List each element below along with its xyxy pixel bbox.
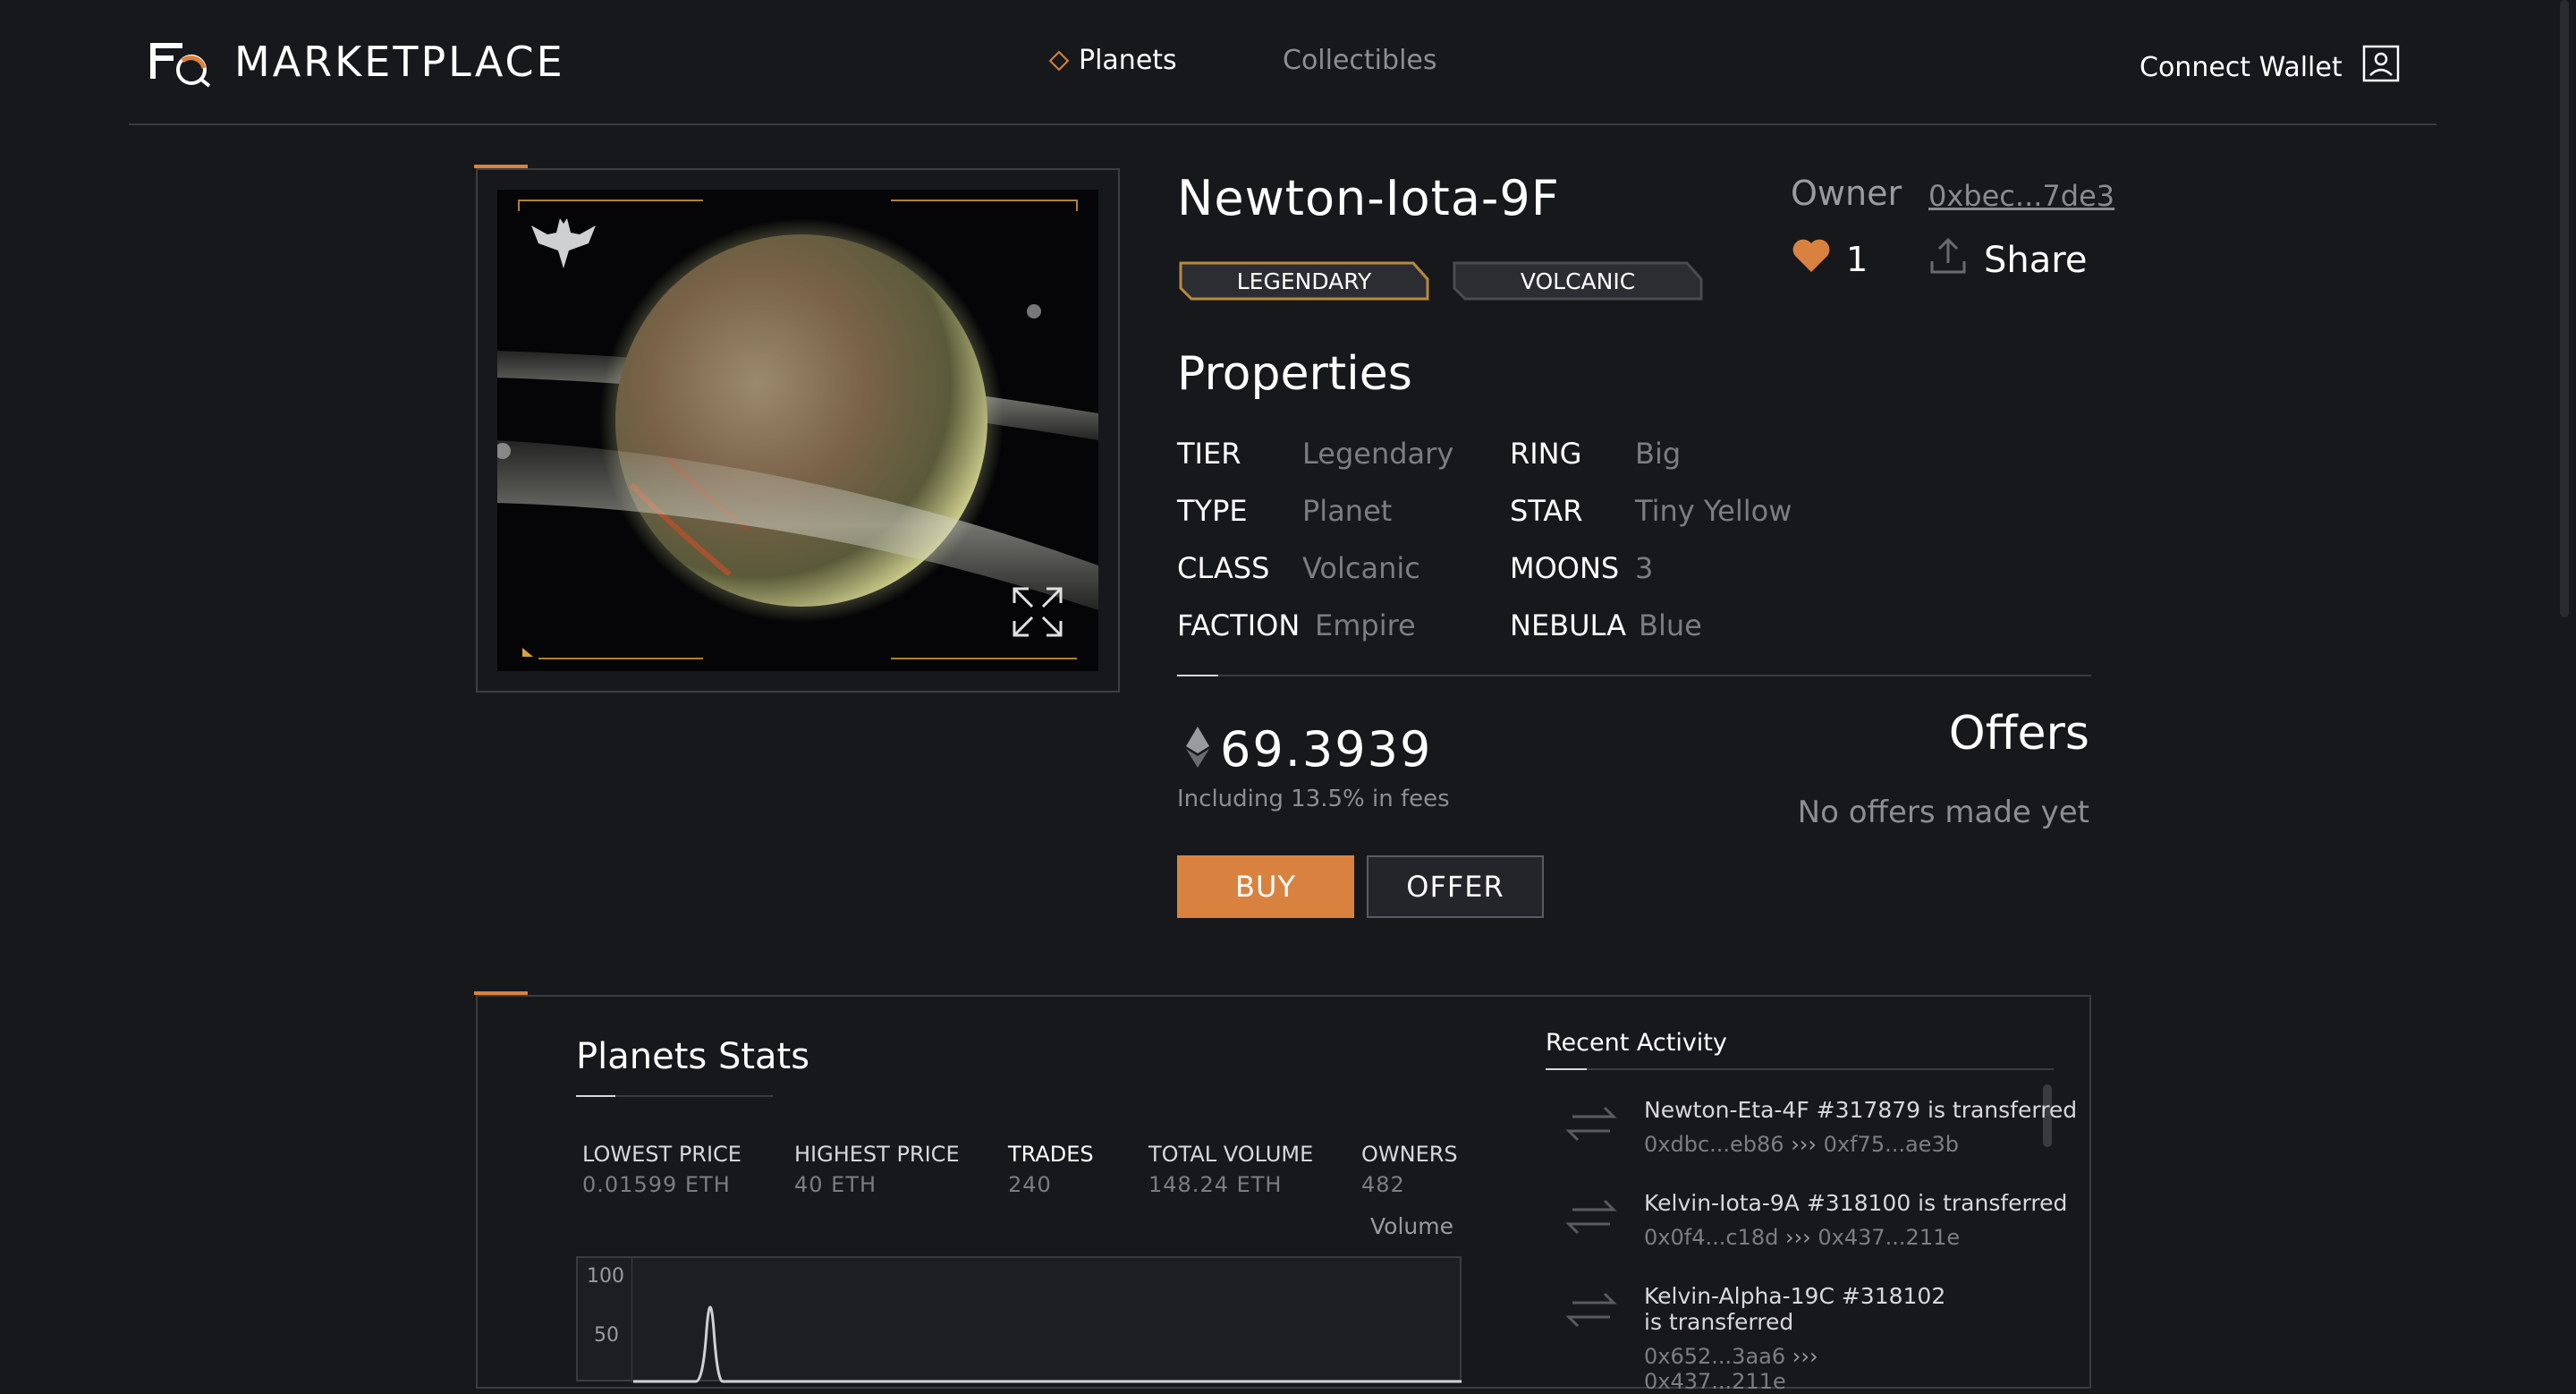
- no-offers-text: No offers made yet: [1797, 795, 2089, 830]
- activity-text: Kelvin-Alpha-19C #318102 is transferred: [1644, 1283, 1946, 1335]
- price-value: 69.3939: [1220, 721, 1433, 778]
- share-icon: [1928, 236, 1968, 285]
- volume-chart: 100 50: [576, 1256, 1462, 1383]
- prop-key-faction: FACTION: [1177, 608, 1301, 642]
- prop-key-moons: MOONS: [1510, 551, 1620, 585]
- stats-panel-accent: [474, 991, 528, 995]
- like-button[interactable]: 1: [1791, 236, 1868, 282]
- prop-value-ring: Big: [1635, 437, 1682, 471]
- prop-value-moons: 3: [1635, 551, 1654, 585]
- stat-value-highest-price: 40 ETH: [794, 1172, 877, 1197]
- page-scrollbar[interactable]: [2560, 0, 2569, 617]
- user-icon: [2362, 45, 2400, 89]
- stat-key-trades[interactable]: TRADES: [1008, 1142, 1094, 1167]
- owner-address-link[interactable]: 0xbec...7de3: [1928, 179, 2114, 213]
- stats-title: Planets Stats: [576, 1036, 810, 1077]
- activity-from[interactable]: 0x652...3aa6: [1644, 1344, 1785, 1369]
- activity-addresses: 0x652...3aa6 ››› 0x437...211e: [1644, 1344, 1948, 1394]
- connect-wallet-label: Connect Wallet: [2140, 51, 2343, 83]
- prop-key-ring: RING: [1510, 437, 1582, 471]
- activity-from[interactable]: 0x0f4...c18d: [1644, 1225, 1778, 1250]
- connect-wallet-button[interactable]: Connect Wallet: [2140, 45, 2400, 89]
- prop-key-star: STAR: [1510, 494, 1583, 528]
- prop-key-tier: TIER: [1177, 437, 1241, 471]
- stat-value-lowest-price: 0.01599 ETH: [582, 1172, 731, 1197]
- stat-value-trades: 240: [1008, 1172, 1052, 1197]
- activity-addresses: 0x0f4...c18d ››› 0x437...211e: [1644, 1225, 2067, 1250]
- prop-value-class: Volcanic: [1302, 551, 1420, 585]
- prop-key-nebula: NEBULA: [1510, 608, 1626, 642]
- nav-planets-label: Planets: [1079, 45, 1177, 76]
- phoenix-emblem-icon: [526, 206, 601, 285]
- tag-legendary-label: LEGENDARY: [1236, 268, 1372, 294]
- image-frame-accent: [474, 165, 528, 168]
- activity-addresses: 0xdbc...eb86 ››› 0xf75...ae3b: [1644, 1132, 2077, 1157]
- stat-value-owners: 482: [1361, 1172, 1405, 1197]
- activity-divider: [1546, 1068, 2054, 1070]
- activity-item[interactable]: Kelvin-Alpha-19C #318102 is transferred …: [1560, 1283, 1948, 1394]
- marketplace-logo-icon[interactable]: [147, 36, 216, 89]
- activity-to[interactable]: 0xf75...ae3b: [1824, 1132, 1959, 1157]
- volume-label: Volume: [1370, 1213, 1453, 1239]
- activity-text: Kelvin-Iota-9A #318100 is transferred: [1644, 1190, 2068, 1216]
- prop-key-class: CLASS: [1177, 551, 1270, 585]
- activity-from[interactable]: 0xdbc...eb86: [1644, 1132, 1784, 1157]
- transfer-icon: [1560, 1097, 1623, 1157]
- stat-value-total-volume: 148.24 ETH: [1148, 1172, 1283, 1197]
- like-count: 1: [1846, 239, 1868, 279]
- activity-to[interactable]: 0x437...211e: [1818, 1225, 1960, 1250]
- stats-divider-accent: [576, 1095, 615, 1097]
- prop-value-star: Tiny Yellow: [1635, 494, 1792, 528]
- double-chevron-icon: ›››: [1791, 1132, 1824, 1157]
- expand-icon[interactable]: [1011, 585, 1064, 642]
- stat-key-highest-price: HIGHEST PRICE: [794, 1142, 960, 1167]
- prop-key-type: TYPE: [1177, 494, 1248, 528]
- stat-key-total-volume: TOTAL VOLUME: [1148, 1142, 1314, 1167]
- transfer-icon: [1560, 1190, 1623, 1250]
- stat-key-lowest-price: LOWEST PRICE: [582, 1142, 741, 1167]
- properties-divider-accent: [1177, 675, 1218, 676]
- brand-title: MARKETPLACE: [234, 38, 565, 86]
- tag-volcanic-label: VOLCANIC: [1520, 268, 1636, 294]
- double-chevron-icon: ›››: [1784, 1225, 1818, 1250]
- stat-key-owners: OWNERS: [1361, 1142, 1458, 1167]
- properties-divider: [1177, 675, 2091, 676]
- transfer-icon: [1560, 1283, 1623, 1394]
- header-divider: [129, 123, 2436, 125]
- tag-volcanic: VOLCANIC: [1453, 261, 1703, 301]
- prop-value-faction: Empire: [1315, 608, 1416, 642]
- share-label: Share: [1984, 240, 2088, 281]
- chart-tick-100: 100: [587, 1265, 624, 1288]
- activity-text: Newton-Eta-4F #317879 is transferred: [1644, 1097, 2078, 1123]
- prop-value-nebula: Blue: [1639, 608, 1702, 642]
- activity-divider-accent: [1546, 1068, 1587, 1070]
- nav-collectibles[interactable]: Collectibles: [1283, 45, 1437, 76]
- prop-value-type: Planet: [1302, 494, 1393, 528]
- tag-legendary: LEGENDARY: [1179, 261, 1429, 301]
- nav-planets[interactable]: Planets: [1048, 45, 1177, 76]
- share-button[interactable]: Share: [1928, 236, 2087, 285]
- offer-button[interactable]: OFFER: [1367, 855, 1544, 918]
- prop-value-tier: Legendary: [1302, 437, 1454, 471]
- planet-title: Newton-Iota-9F: [1177, 170, 1560, 226]
- double-chevron-icon: ›››: [1792, 1344, 1818, 1369]
- activity-item[interactable]: Kelvin-Iota-9A #318100 is transferred 0x…: [1560, 1190, 2067, 1250]
- buy-button[interactable]: BUY: [1177, 855, 1354, 918]
- properties-title: Properties: [1177, 347, 1412, 401]
- activity-item[interactable]: Newton-Eta-4F #317879 is transferred 0xd…: [1560, 1097, 2077, 1157]
- volume-chart-line: [633, 1305, 1462, 1383]
- fees-note: Including 13.5% in fees: [1177, 786, 1450, 812]
- activity-to[interactable]: 0x437...211e: [1644, 1369, 1786, 1394]
- active-diamond-icon: [1048, 50, 1070, 71]
- recent-activity-title: Recent Activity: [1546, 1029, 1727, 1057]
- chart-tick-50: 50: [594, 1324, 619, 1347]
- eth-icon: [1186, 727, 1209, 768]
- heart-icon: [1791, 236, 1832, 282]
- offers-title: Offers: [1948, 707, 2089, 761]
- owner-label: Owner: [1791, 174, 1902, 213]
